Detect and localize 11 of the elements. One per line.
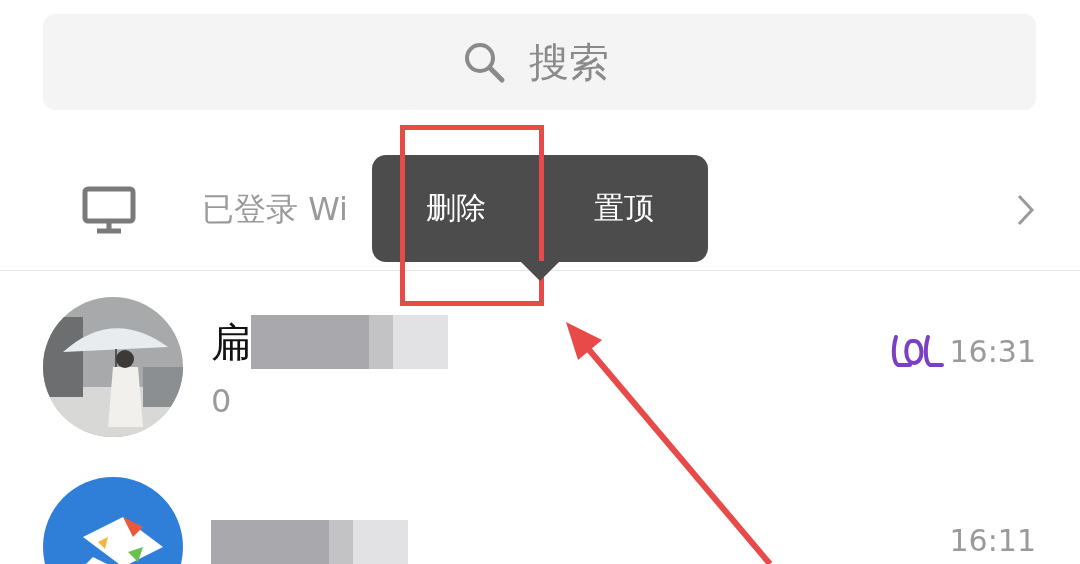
chat-time: 16:31 [949, 333, 1036, 369]
chat-time: 16:11 [949, 523, 1036, 558]
chat-name: 扁 [211, 317, 251, 367]
menu-item[interactable]: 置顶 [584, 180, 664, 237]
login-status-text: 已登录 Wi [202, 189, 348, 230]
search-icon [462, 40, 506, 84]
menu-item[interactable]: 删除 [416, 180, 496, 237]
chevron-icon[interactable] [1016, 193, 1036, 227]
monitor-icon [82, 186, 136, 234]
search-field[interactable]: 搜索 [43, 14, 1036, 110]
message-preview: 0 [211, 381, 233, 420]
